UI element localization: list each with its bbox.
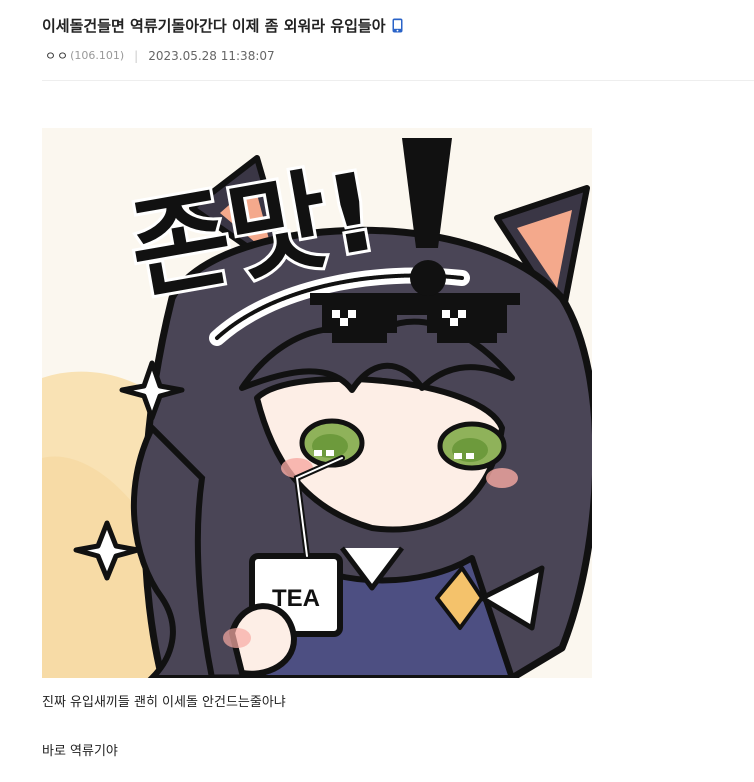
- post-body-line-1: 진짜 유입새끼들 괜히 이세돌 안건드는줄아냐: [42, 695, 286, 710]
- post-image[interactable]: TEA 존맛!: [42, 128, 592, 678]
- header-divider: [42, 80, 754, 81]
- post-meta: ㅇㅇ (106.101) | 2023.05.28 11:38:07: [45, 47, 275, 64]
- author-nickname[interactable]: ㅇㅇ: [45, 47, 69, 64]
- post-date: 2023.05.28 11:38:07: [148, 48, 275, 63]
- mobile-phone-icon: [392, 18, 403, 33]
- author-ip: (106.101): [70, 49, 125, 62]
- meta-separator: |: [134, 48, 139, 63]
- post-title: 이세돌건들면 역류기돌아간다 이제 좀 외워라 유입들아: [42, 15, 403, 36]
- post-body-line-2: 바로 역류기야: [42, 744, 118, 759]
- post-title-text: 이세돌건들면 역류기돌아간다 이제 좀 외워라 유입들아: [42, 17, 386, 35]
